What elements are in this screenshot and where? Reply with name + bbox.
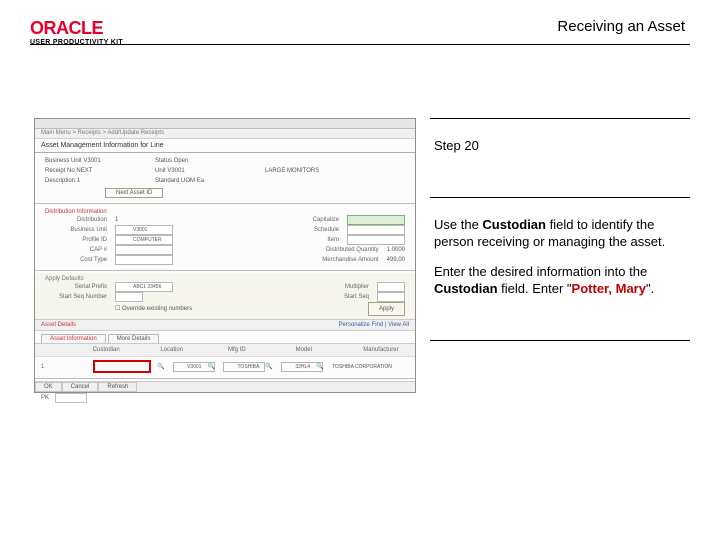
table-row: 1 🔍 V3001 🔍 TOSHIBA 🔍 32HL4 🔍 TOSHIBA CO…: [35, 357, 415, 376]
tab-asset-information[interactable]: Asset Information: [41, 334, 106, 343]
asset-details-band: Asset Details Personalize Find | View Al…: [35, 319, 415, 331]
asset-tabs: Asset Information More Details: [35, 334, 415, 343]
tab-more-details[interactable]: More Details: [108, 334, 160, 343]
item-input[interactable]: [347, 235, 405, 245]
title-rule: [30, 44, 690, 45]
pk-input[interactable]: [55, 393, 87, 403]
capn-input[interactable]: [115, 245, 173, 255]
costtype-input[interactable]: [115, 255, 173, 265]
custodian-input-highlight[interactable]: [93, 360, 151, 373]
breadcrumb: Main Menu > Receipts > Add/Update Receip…: [35, 129, 415, 139]
embedded-app-screenshot: Main Menu > Receipts > Add/Update Receip…: [34, 118, 416, 393]
instruction-1: Use the Custodian field to identify the …: [434, 216, 686, 251]
app-footer: OK Cancel Refresh: [35, 381, 415, 392]
schedule-input[interactable]: [347, 225, 405, 235]
ok-button[interactable]: OK: [35, 382, 62, 392]
apply-defaults-section: Apply Defaults Serial PrefixABC1 23456Mu…: [35, 273, 415, 319]
instruction-column: Step 20 Use the Custodian field to ident…: [430, 118, 690, 341]
header-fields: Business Unit V3001 Status Open Receipt …: [35, 153, 415, 201]
startseq-input[interactable]: [377, 292, 405, 302]
brand-line1: ORACLE: [30, 18, 123, 39]
page-title: Receiving an Asset: [557, 18, 685, 35]
step-label: Step 20: [434, 137, 686, 155]
startnum-input[interactable]: [115, 292, 143, 302]
brand-logo: ORACLE USER PRODUCTIVITY KIT: [30, 18, 123, 46]
instruction-2: Enter the desired information into the C…: [434, 263, 686, 298]
multiplier-input[interactable]: [377, 282, 405, 292]
distribution-section: Distribution Information Distribution1Ca…: [35, 206, 415, 268]
cancel-button[interactable]: Cancel: [62, 382, 99, 392]
refresh-button[interactable]: Refresh: [98, 382, 137, 392]
app-window-title: Asset Management Information for Line: [35, 139, 415, 153]
capitalize-select[interactable]: [347, 215, 405, 225]
next-asset-id-button[interactable]: Next Asset ID: [105, 188, 163, 198]
app-toolbar: [35, 119, 415, 129]
apply-button[interactable]: Apply: [368, 302, 405, 316]
